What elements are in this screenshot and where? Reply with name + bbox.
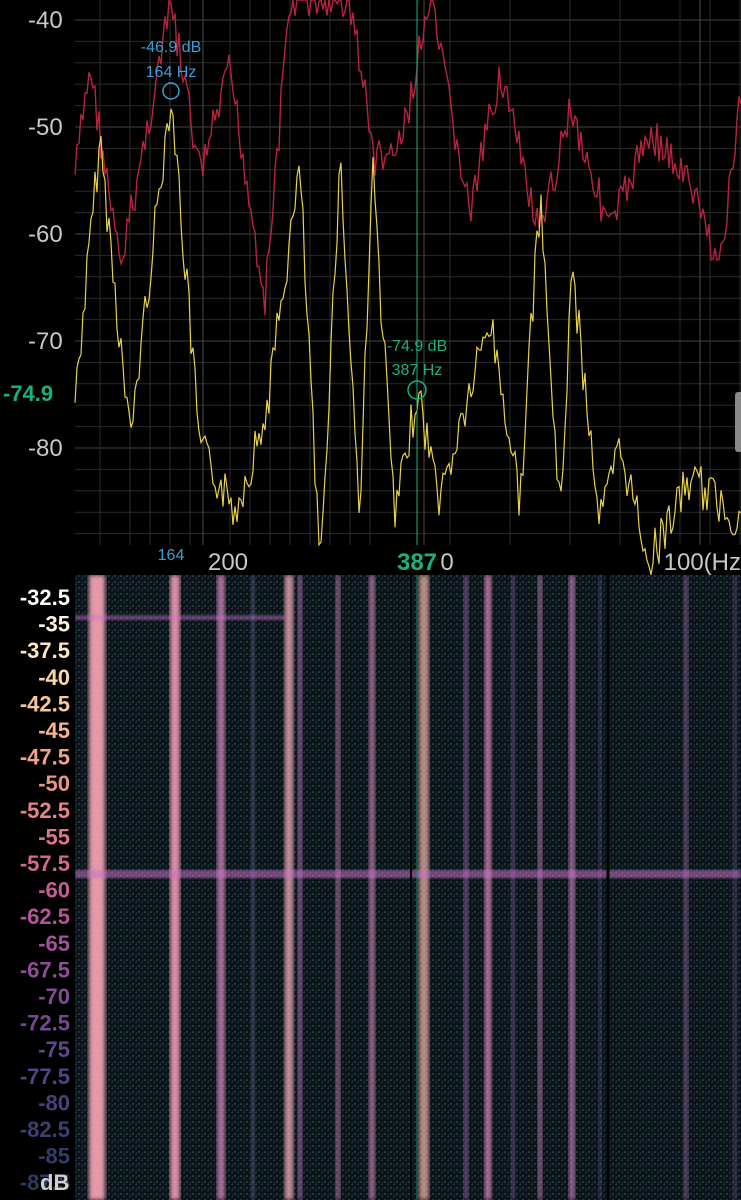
peak-freq-axis-label: 164 [158, 547, 185, 564]
db-scale-label: -52.5 [20, 798, 70, 823]
spectrum-plot[interactable]: -40 -50 -60 -70 -80 -46.9 dB 164 Hz -74.9 dB… [0, 0, 741, 575]
edge-panel-handle[interactable] [735, 392, 741, 452]
frequency-band [683, 575, 689, 1200]
db-scale-label: -65 [38, 931, 70, 956]
db-scale-label: -82.5 [20, 1117, 70, 1142]
db-scale-label: -45 [38, 718, 70, 743]
db-scale-label: -55 [38, 824, 70, 849]
y-tick-label: -60 [28, 221, 63, 248]
db-scale-label: -42.5 [20, 691, 70, 716]
frequency-band [537, 575, 543, 1200]
cursor-freq-axis-label: 387 [397, 549, 437, 575]
cursor-db-axis-label: -74.9 [3, 381, 53, 406]
db-scale-label: -67.5 [20, 957, 70, 982]
db-scale-label: -62.5 [20, 904, 70, 929]
db-scale-label: -60 [38, 878, 70, 903]
frequency-band [369, 575, 375, 1200]
db-scale-label: -75 [38, 1037, 70, 1062]
frequency-band [217, 575, 225, 1200]
frequency-band [598, 575, 602, 1200]
db-scale-label: -77.5 [20, 1064, 70, 1089]
frequency-band [251, 575, 255, 1200]
x-tick-partial: 0 [440, 549, 453, 575]
frequency-band [733, 575, 737, 1200]
frequency-band [335, 575, 341, 1200]
y-tick-label: -50 [28, 114, 63, 141]
frequency-band [284, 575, 294, 1200]
db-unit-label: dB [40, 1170, 70, 1195]
db-scale-label: -40 [38, 665, 70, 690]
x-tick-1000: 100(Hz [664, 549, 741, 575]
db-scale-label: -47.5 [20, 745, 70, 770]
frequency-band [569, 575, 575, 1200]
peak-marker-freq: 164 Hz [146, 64, 197, 81]
db-scale-label: -32.5 [20, 585, 70, 610]
x-tick-200: 200 [208, 549, 248, 575]
frequency-band [297, 575, 303, 1200]
frequency-band [170, 575, 180, 1200]
y-tick-label: -40 [28, 7, 63, 34]
y-tick-label: -80 [28, 435, 63, 462]
cursor-marker-freq: 387 Hz [392, 362, 443, 379]
db-scale-label: -70 [38, 984, 70, 1009]
spectrogram-plot[interactable]: -32.5-35-37.5-40-42.5-45-47.5-50-52.5-55… [0, 575, 741, 1200]
db-scale-label: -35 [38, 612, 70, 637]
db-scale-label: -72.5 [20, 1011, 70, 1036]
y-tick-label: -70 [28, 328, 63, 355]
db-scale-label: -80 [38, 1090, 70, 1115]
cursor-marker-db: -74.9 dB [387, 338, 447, 355]
db-scale-label: -85 [38, 1144, 70, 1169]
frequency-band [89, 575, 105, 1200]
frequency-band [484, 575, 492, 1200]
peak-marker-db: -46.9 dB [141, 39, 201, 56]
db-scale-label: -50 [38, 771, 70, 796]
db-scale-label: -37.5 [20, 638, 70, 663]
db-scale-label: -57.5 [20, 851, 70, 876]
frequency-band [463, 575, 469, 1200]
frequency-band [511, 575, 515, 1200]
frequency-band [419, 575, 429, 1200]
